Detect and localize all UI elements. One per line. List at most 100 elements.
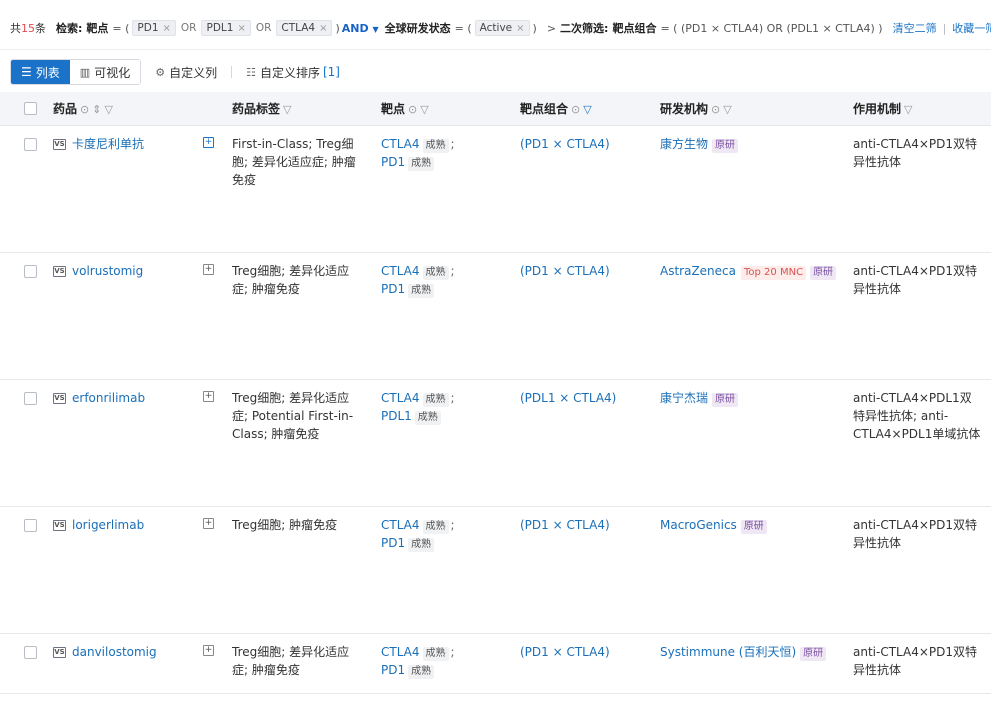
separator: ; bbox=[450, 644, 455, 659]
view-toolbar: ☰ 列表 ▥ 可视化 ⚙ 自定义列 ☷ 自定义排序 [1] bbox=[10, 59, 340, 85]
filter-icon[interactable]: ▽ bbox=[283, 103, 291, 116]
mechanism-text: anti-CTLA4×PD1双特异性抗体 bbox=[853, 263, 978, 296]
filter-tag-pdl1[interactable]: PDL1 × bbox=[201, 20, 251, 36]
drug-tags: First-in-Class; Treg细胞; 差异化适应症; 肿瘤免疫 bbox=[232, 136, 356, 187]
row-checkbox[interactable] bbox=[24, 137, 37, 151]
view-switch: ☰ 列表 ▥ 可视化 bbox=[10, 59, 142, 85]
drug-cell: VS danvilostomig + bbox=[53, 643, 214, 661]
filter-tag-active[interactable]: Active × bbox=[474, 20, 530, 36]
target-link[interactable]: CTLA4 bbox=[381, 137, 420, 151]
filter-icon[interactable]: ▽ bbox=[420, 103, 428, 116]
row-checkbox[interactable] bbox=[24, 518, 37, 532]
drug-name-link[interactable]: lorigerlimab bbox=[72, 516, 144, 534]
list-icon: ☰ bbox=[21, 65, 32, 79]
target-link[interactable]: PD1 bbox=[381, 663, 405, 677]
organization-link[interactable]: MacroGenics bbox=[660, 518, 737, 532]
target-combo-link[interactable]: (PD1 × CTLA4) bbox=[520, 645, 610, 659]
remove-icon[interactable]: × bbox=[237, 23, 245, 34]
maturity-badge: 成熟 bbox=[408, 664, 435, 679]
expand-icon[interactable]: + bbox=[203, 517, 214, 529]
mechanism-text: anti-CTLA4×PD1双特异性抗体 bbox=[853, 136, 978, 169]
combo-label: 靶点组合 bbox=[612, 22, 657, 35]
col-target[interactable]: 靶点 ⊙ ▽ bbox=[373, 92, 512, 126]
filter-icon[interactable]: ▽ bbox=[104, 103, 112, 116]
maturity-badge: 成熟 bbox=[422, 265, 449, 280]
row-checkbox[interactable] bbox=[24, 391, 37, 405]
save-filter-link[interactable]: 收藏一筛 bbox=[952, 20, 991, 36]
filter-icon[interactable]: ▽ bbox=[904, 103, 912, 116]
drug-name-link[interactable]: danvilostomig bbox=[72, 643, 157, 661]
select-all-checkbox[interactable] bbox=[24, 102, 37, 116]
help-circle-icon: ⊙ bbox=[571, 102, 581, 116]
organization-link[interactable]: Systimmune (百利天恒) bbox=[660, 645, 796, 659]
remove-icon[interactable]: × bbox=[516, 23, 524, 34]
target-link[interactable]: CTLA4 bbox=[381, 391, 420, 405]
expand-icon[interactable]: + bbox=[203, 263, 214, 275]
chart-view-button[interactable]: ▥ 可视化 bbox=[69, 60, 141, 84]
mechanism-text: anti-CTLA4×PD1双特异性抗体 bbox=[853, 517, 978, 550]
table-row[interactable]: VS lorigerlimab + Treg细胞; 肿瘤免疫 CTLA4 成熟; P… bbox=[0, 506, 991, 634]
and-dropdown[interactable]: AND ▼ bbox=[342, 22, 379, 35]
filter-tag-pd1[interactable]: PD1 × bbox=[132, 20, 176, 36]
custom-columns-button[interactable]: ⚙ 自定义列 bbox=[155, 64, 217, 81]
target-link[interactable]: CTLA4 bbox=[381, 264, 420, 278]
remove-icon[interactable]: × bbox=[319, 23, 327, 34]
list-view-button[interactable]: ☰ 列表 bbox=[11, 60, 70, 84]
col-combo[interactable]: 靶点组合 ⊙ ▽ bbox=[512, 92, 652, 126]
table-row[interactable]: VS volrustomig + Treg细胞; 差异化适应症; 肿瘤免疫 CT… bbox=[0, 252, 991, 380]
target-link[interactable]: CTLA4 bbox=[381, 518, 420, 532]
drug-tags: Treg细胞; 差异化适应症; 肿瘤免疫 bbox=[232, 644, 350, 677]
settings-icon: ⚙ bbox=[155, 65, 166, 79]
close-paren: ) bbox=[532, 21, 537, 35]
organization-link[interactable]: AstraZeneca bbox=[660, 264, 736, 278]
row-checkbox[interactable] bbox=[24, 645, 37, 659]
col-drug[interactable]: 药品 ⊙ ⇕ ▽ bbox=[45, 92, 212, 126]
remove-icon[interactable]: × bbox=[163, 23, 171, 34]
filter-icon[interactable]: ▽ bbox=[723, 103, 731, 116]
mechanism-text: anti-CTLA4×PDL1双特异性抗体; anti-CTLA4×PDL1单域… bbox=[853, 390, 981, 441]
sort-icon[interactable]: ⇕ bbox=[92, 103, 101, 116]
col-moa[interactable]: 作用机制 ▽ bbox=[845, 92, 991, 126]
drug-cell: VS lorigerlimab + bbox=[53, 516, 214, 534]
original-badge: 原研 bbox=[810, 265, 837, 280]
col-org[interactable]: 研发机构 ⊙ ▽ bbox=[652, 92, 845, 126]
target-combo-link[interactable]: (PD1 × CTLA4) bbox=[520, 137, 610, 151]
col-tags[interactable]: 药品标签 ▽ bbox=[212, 92, 373, 126]
filter-active-icon[interactable]: ▽ bbox=[583, 103, 591, 116]
target-link[interactable]: PD1 bbox=[381, 536, 405, 550]
drug-type-icon: VS bbox=[53, 392, 66, 404]
expand-icon[interactable]: + bbox=[203, 644, 214, 656]
row-checkbox[interactable] bbox=[24, 264, 37, 278]
secondary-filter-label: 二次筛选: bbox=[560, 22, 609, 35]
target-combo-link[interactable]: (PD1 × CTLA4) bbox=[520, 518, 610, 532]
target-label: 靶点 bbox=[86, 22, 109, 35]
drug-name-link[interactable]: 卡度尼利单抗 bbox=[72, 135, 144, 153]
drug-name-link[interactable]: volrustomig bbox=[72, 262, 143, 280]
table-row[interactable]: VS danvilostomig + Treg细胞; 差异化适应症; 肿瘤免疫 … bbox=[0, 633, 991, 694]
drug-name-link[interactable]: erfonrilimab bbox=[72, 389, 145, 407]
total-count: 15 bbox=[21, 21, 35, 35]
drug-type-icon: VS bbox=[53, 265, 66, 277]
total-prefix: 共 bbox=[10, 22, 21, 35]
table-row[interactable]: VS erfonrilimab + Treg细胞; 差异化适应症; Potent… bbox=[0, 379, 991, 507]
separator: ; bbox=[450, 390, 455, 405]
organization-link[interactable]: 康宁杰瑞 bbox=[660, 391, 708, 405]
expand-icon[interactable]: + bbox=[203, 390, 214, 402]
status-label: 全球研发状态 bbox=[384, 22, 451, 35]
target-link[interactable]: PD1 bbox=[381, 155, 405, 169]
custom-sort-button[interactable]: ☷ 自定义排序 [1] bbox=[246, 64, 340, 81]
target-combo-link[interactable]: (PD1 × CTLA4) bbox=[520, 264, 610, 278]
expand-icon[interactable]: + bbox=[203, 136, 214, 148]
maturity-badge: 成熟 bbox=[408, 283, 435, 298]
mechanism-text: anti-CTLA4×PD1双特异性抗体 bbox=[853, 644, 978, 677]
organization-link[interactable]: 康方生物 bbox=[660, 137, 708, 151]
total-suffix: 条 bbox=[35, 22, 46, 35]
filter-tag-ctla4[interactable]: CTLA4 × bbox=[276, 20, 333, 36]
clear-secondary-link[interactable]: 清空二筛 bbox=[893, 20, 937, 36]
target-combo-link[interactable]: (PDL1 × CTLA4) bbox=[520, 391, 616, 405]
table-row[interactable]: VS 卡度尼利单抗 + First-in-Class; Treg细胞; 差异化适… bbox=[0, 125, 991, 253]
target-link[interactable]: CTLA4 bbox=[381, 645, 420, 659]
drug-tags: Treg细胞; 肿瘤免疫 bbox=[232, 517, 338, 532]
target-link[interactable]: PD1 bbox=[381, 282, 405, 296]
target-link[interactable]: PDL1 bbox=[381, 409, 412, 423]
